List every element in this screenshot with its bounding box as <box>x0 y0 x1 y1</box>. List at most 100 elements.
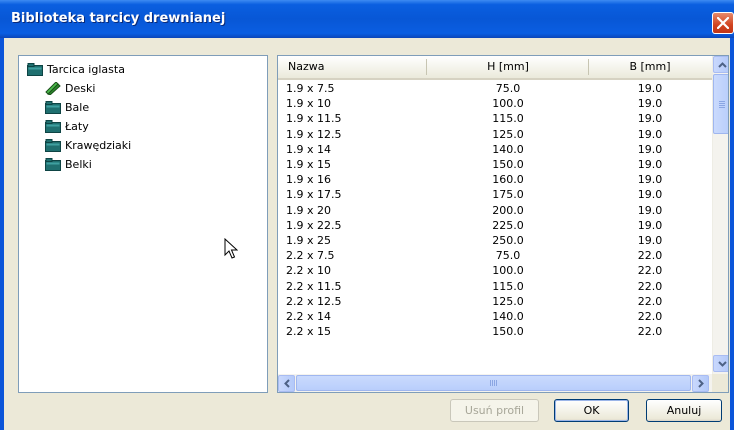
column-header-h[interactable]: H [mm] <box>428 56 588 78</box>
folder-icon <box>45 120 61 133</box>
title-bar[interactable]: Biblioteka tarcicy drewnianej <box>0 0 734 38</box>
folder-icon <box>27 63 43 76</box>
cell-h: 75.0 <box>495 82 521 95</box>
cell-b: 22.0 <box>637 264 663 278</box>
folder-icon <box>45 139 61 152</box>
cell-h: 75.0 <box>495 249 521 263</box>
table-row[interactable]: 2.2 x 14 140.0 22.0 <box>278 310 712 324</box>
vertical-scroll-thumb[interactable] <box>713 74 728 134</box>
table-row[interactable]: 1.9 x 11.5 115.0 19.0 <box>278 112 712 126</box>
column-divider[interactable] <box>426 59 427 75</box>
folder-icon <box>45 158 61 171</box>
board-icon <box>45 82 61 95</box>
column-header-b[interactable]: B [mm] <box>590 56 710 78</box>
cell-name: 1.9 x 20 <box>286 203 331 217</box>
cell-b: 19.0 <box>637 112 663 126</box>
vertical-scrollbar[interactable] <box>712 56 728 374</box>
table-row[interactable]: 2.2 x 11.5 115.0 22.0 <box>278 280 712 294</box>
column-header-name[interactable]: Nazwa <box>288 56 324 78</box>
table-header: Nazwa H [mm] B [mm] <box>278 56 712 80</box>
scroll-down-button[interactable] <box>713 355 728 372</box>
scrollbar-corner <box>712 374 728 392</box>
cell-name: 1.9 x 16 <box>286 173 331 187</box>
cell-b: 19.0 <box>637 234 663 247</box>
tree-node-label: Tarcica iglasta <box>47 63 125 76</box>
cell-b: 19.0 <box>637 127 663 141</box>
tree-node-label: Krawędziaki <box>65 139 132 152</box>
cell-b: 22.0 <box>637 279 663 293</box>
chevron-left-icon <box>284 379 290 388</box>
table-row[interactable]: 1.9 x 17.5 175.0 19.0 <box>278 188 712 202</box>
cell-h: 125.0 <box>492 127 524 141</box>
cell-b: 22.0 <box>637 310 663 323</box>
chevron-down-icon <box>718 361 727 367</box>
cell-name: 1.9 x 14 <box>286 142 331 156</box>
cell-name: 1.9 x 25 <box>286 234 331 247</box>
table-row[interactable]: 1.9 x 22.5 225.0 19.0 <box>278 219 712 233</box>
cell-b: 22.0 <box>637 294 663 308</box>
cell-name: 1.9 x 11.5 <box>286 112 342 126</box>
scroll-right-button[interactable] <box>692 375 709 392</box>
cell-h: 100.0 <box>492 97 524 111</box>
cell-h: 140.0 <box>492 310 524 323</box>
cell-h: 200.0 <box>492 203 524 217</box>
table-row[interactable]: 1.9 x 14 140.0 19.0 <box>278 143 712 157</box>
cell-h: 115.0 <box>492 112 524 126</box>
cell-b: 19.0 <box>637 97 663 111</box>
cell-b: 19.0 <box>637 203 663 217</box>
column-divider[interactable] <box>588 59 589 75</box>
table-row[interactable]: 2.2 x 7.5 75.0 22.0 <box>278 249 712 263</box>
window-title: Biblioteka tarcicy drewnianej <box>11 11 226 26</box>
table-row[interactable]: 1.9 x 12.5 125.0 19.0 <box>278 128 712 142</box>
tree-node-label: Łaty <box>65 120 89 133</box>
cell-name: 2.2 x 15 <box>286 325 331 339</box>
cancel-button[interactable]: Anuluj <box>646 399 722 422</box>
cell-b: 19.0 <box>637 82 663 95</box>
cell-name: 2.2 x 7.5 <box>286 249 335 263</box>
cell-h: 150.0 <box>492 158 524 171</box>
cell-name: 1.9 x 10 <box>286 97 331 111</box>
cell-name: 1.9 x 17.5 <box>286 188 342 202</box>
cell-h: 115.0 <box>492 279 524 293</box>
table-row[interactable]: 1.9 x 16 160.0 19.0 <box>278 173 712 187</box>
cell-name: 2.2 x 11.5 <box>286 279 342 293</box>
horizontal-scrollbar[interactable] <box>278 374 712 392</box>
ok-button[interactable]: OK <box>554 399 629 422</box>
cell-b: 19.0 <box>637 173 663 187</box>
cell-h: 100.0 <box>492 264 524 278</box>
cell-h: 225.0 <box>492 218 524 232</box>
cell-name: 1.9 x 12.5 <box>286 127 342 141</box>
table-row[interactable]: 1.9 x 15 150.0 19.0 <box>278 158 712 172</box>
tree-node-label: Bale <box>65 101 90 114</box>
chevron-up-icon <box>718 62 727 68</box>
cell-name: 2.2 x 12.5 <box>286 294 342 308</box>
mouse-cursor-icon <box>224 238 238 259</box>
cell-h: 125.0 <box>492 294 524 308</box>
tree-node-label: Belki <box>65 158 92 171</box>
cell-b: 22.0 <box>637 325 663 339</box>
folder-icon <box>45 101 61 114</box>
tree-node-label: Deski <box>65 82 96 95</box>
category-tree[interactable]: Tarcica iglasta Deski Bale Łaty Krawędzi… <box>18 55 268 393</box>
cell-b: 19.0 <box>637 142 663 156</box>
table-row[interactable]: 2.2 x 15 150.0 22.0 <box>278 325 712 339</box>
table-row[interactable]: 1.9 x 20 200.0 19.0 <box>278 204 712 218</box>
window-frame-right <box>730 38 734 430</box>
profile-table[interactable]: Nazwa H [mm] B [mm] 1.9 x 7.5 75.0 19.0 1.9… <box>277 55 729 393</box>
cell-b: 22.0 <box>637 249 663 263</box>
cell-b: 19.0 <box>637 188 663 202</box>
cell-name: 1.9 x 15 <box>286 158 331 171</box>
cell-h: 250.0 <box>492 234 524 247</box>
table-row[interactable]: 2.2 x 10 100.0 22.0 <box>278 264 712 278</box>
cell-name: 1.9 x 22.5 <box>286 218 342 232</box>
scroll-left-button[interactable] <box>278 375 295 392</box>
remove-profile-button[interactable]: Usuń profil <box>450 399 539 422</box>
table-row[interactable]: 1.9 x 25 250.0 19.0 <box>278 234 712 248</box>
table-row[interactable]: 1.9 x 10 100.0 19.0 <box>278 97 712 111</box>
table-row[interactable]: 2.2 x 12.5 125.0 22.0 <box>278 295 712 309</box>
horizontal-scroll-thumb[interactable] <box>296 375 691 391</box>
close-button[interactable] <box>712 12 734 34</box>
window-frame-left <box>0 38 4 430</box>
table-row[interactable]: 1.9 x 7.5 75.0 19.0 <box>278 82 712 96</box>
scroll-up-button[interactable] <box>713 56 728 73</box>
